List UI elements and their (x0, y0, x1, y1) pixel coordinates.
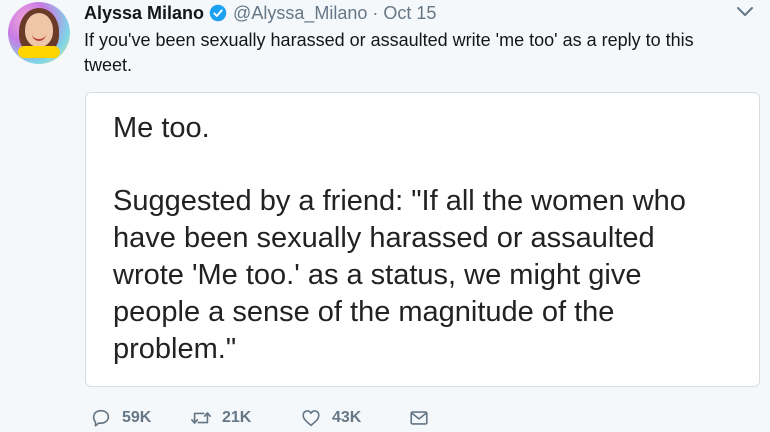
card-line: have been sexually harassed or assaulted (113, 222, 655, 254)
avatar-face (25, 13, 53, 47)
retweet-button[interactable]: 21K (190, 406, 251, 430)
retweet-icon (191, 412, 211, 424)
tweet-text-line: tweet. (84, 55, 133, 75)
header-separator: · (372, 2, 379, 23)
like-count: 43K (332, 409, 362, 426)
envelope-icon (410, 411, 428, 425)
like-button[interactable]: 43K (300, 406, 361, 430)
avatar-badge (18, 46, 60, 58)
direct-message-button[interactable] (408, 406, 430, 430)
tweet: Alyssa Milano @Alyssa_Milano · Oct 15 If… (0, 0, 770, 432)
card-line: Suggested by a friend: "If all the women… (113, 185, 686, 217)
heart-icon (302, 410, 320, 427)
card-line: problem." (113, 333, 237, 365)
reply-count: 59K (122, 409, 152, 426)
author-handle[interactable]: @Alyssa_Milano (233, 3, 367, 24)
reply-button[interactable]: 59K (90, 406, 151, 430)
tweet-text: If you've been sexually harassed or assa… (84, 28, 744, 78)
action-bar: 59K 21K 43K (90, 406, 450, 430)
reply-icon (92, 409, 110, 427)
author-name[interactable]: Alyssa Milano (84, 3, 204, 24)
chevron-down-icon[interactable] (736, 6, 754, 18)
verified-badge-icon (209, 4, 227, 22)
retweet-count: 21K (222, 409, 252, 426)
image-card[interactable]: Me too. Suggested by a friend: "If all t… (85, 92, 760, 387)
tweet-text-line: If you've been sexually harassed or assa… (84, 30, 694, 50)
card-line: people a sense of the magnitude of the (113, 296, 615, 328)
card-line-me-too: Me too. (113, 112, 210, 144)
tweet-header: Alyssa Milano @Alyssa_Milano · Oct 15 (84, 0, 436, 26)
avatar[interactable] (8, 2, 70, 64)
card-line: wrote 'Me too.' as a status, we might gi… (113, 259, 642, 291)
tweet-date[interactable]: Oct 15 (383, 3, 436, 24)
